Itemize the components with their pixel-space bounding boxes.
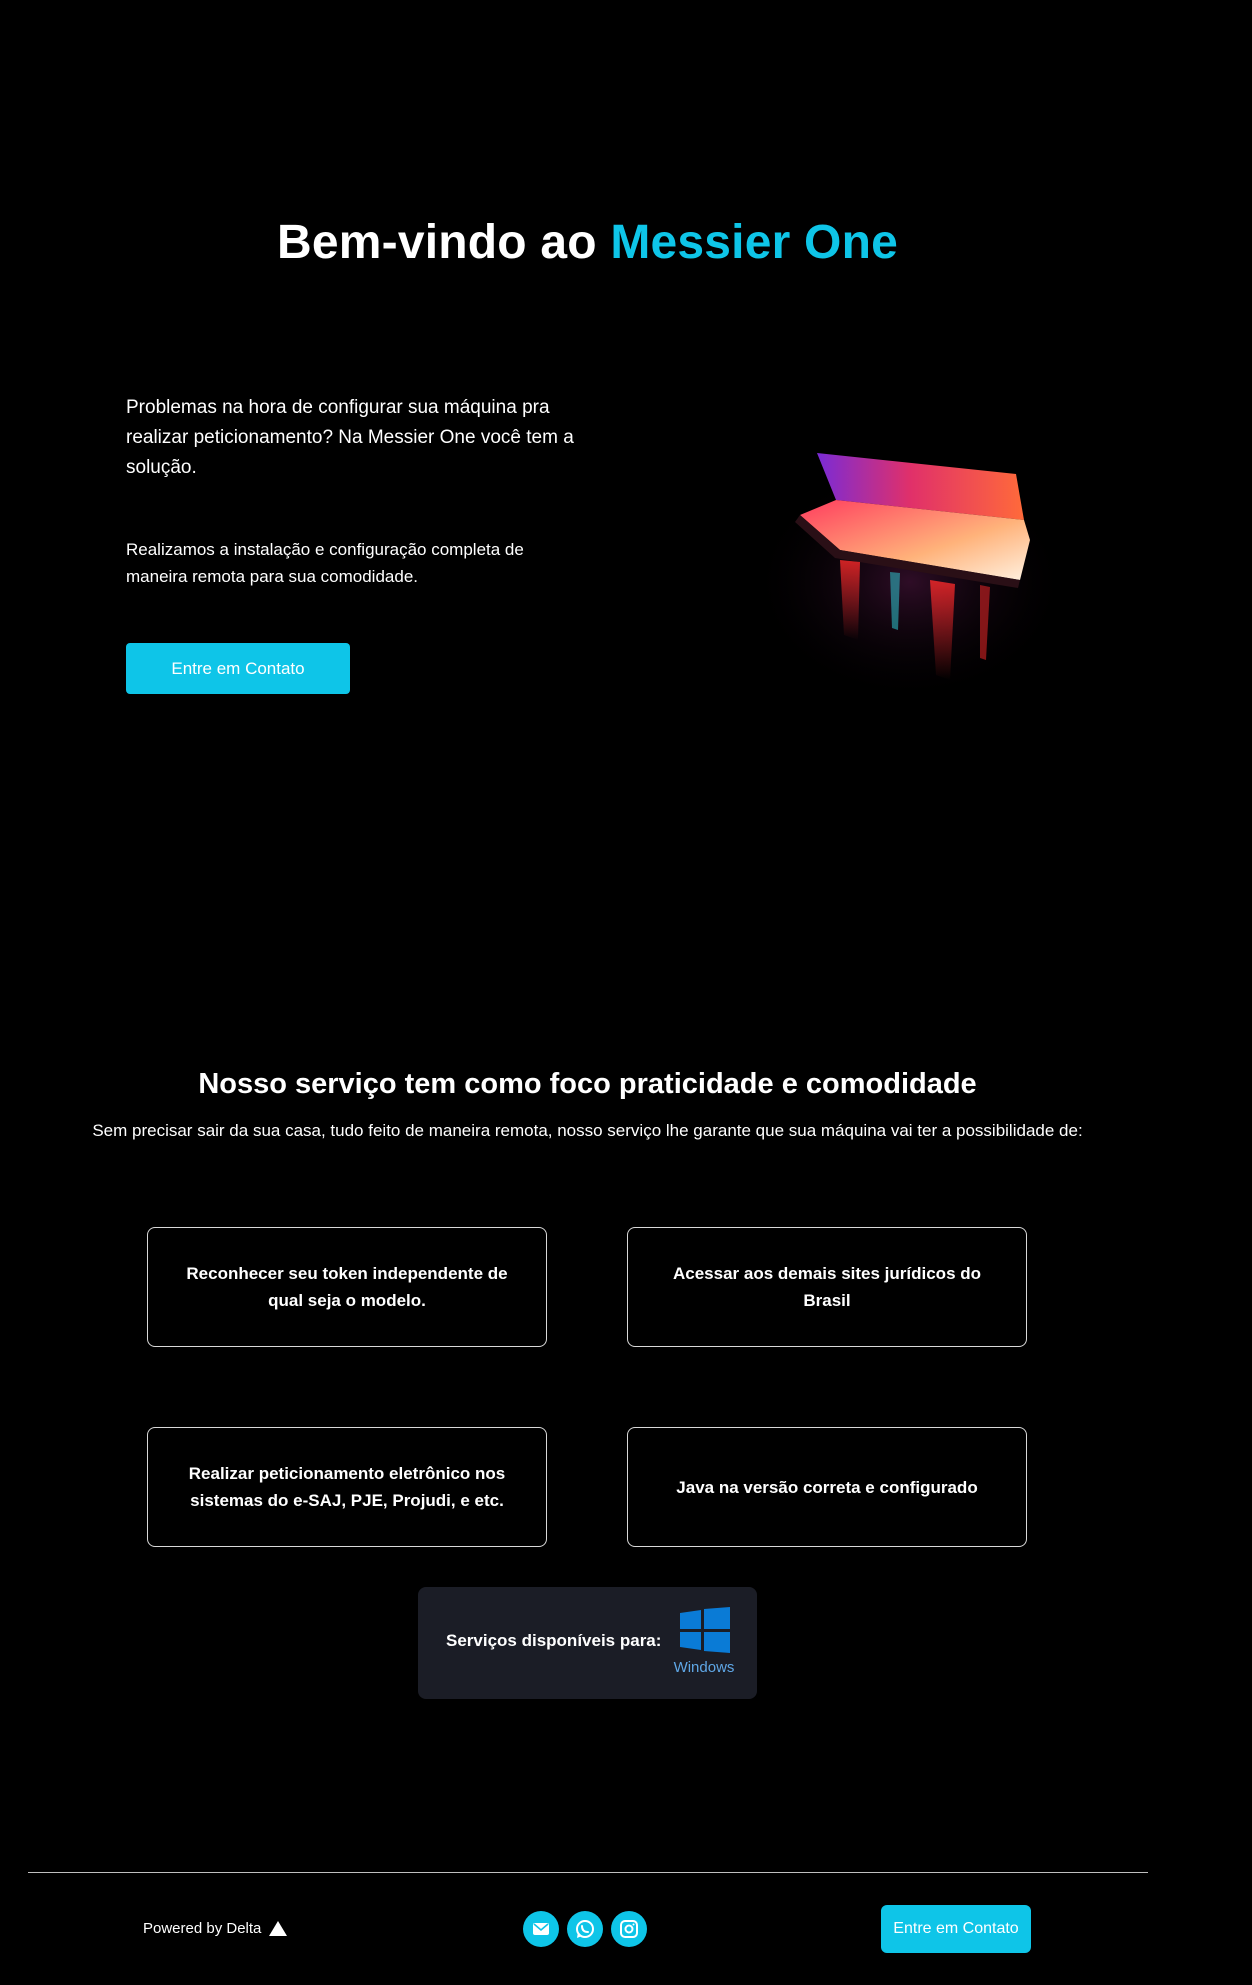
hero-title: Bem-vindo ao Messier One <box>0 215 1175 270</box>
powered-by: Powered by Delta <box>143 1920 288 1937</box>
service-card-sites: Acessar aos demais sites jurídicos do Br… <box>627 1227 1027 1347</box>
hero-title-prefix: Bem-vindo ao <box>277 216 611 269</box>
services-title: Nosso serviço tem como foco praticidade … <box>198 1068 977 1100</box>
service-card-token: Reconhecer seu token independente de qua… <box>147 1227 547 1347</box>
hero-text: Problemas na hora de configurar sua máqu… <box>126 397 574 478</box>
platform-label: Serviços disponíveis para: <box>446 1631 662 1650</box>
hero-contact-button[interactable]: Entre em Contato <box>126 643 350 694</box>
whatsapp-icon[interactable] <box>567 1911 603 1947</box>
hero-title-brand: Messier One <box>610 216 898 269</box>
powered-by-text: Powered by Delta <box>143 1920 262 1937</box>
laptop-image <box>750 450 1070 690</box>
page: Bem-vindo ao Messier One Problemas na ho… <box>0 0 1252 1985</box>
services-description: Sem precisar sair da sua casa, tudo feit… <box>92 1121 1083 1140</box>
email-icon[interactable] <box>523 1911 559 1947</box>
windows-label: Windows <box>673 1659 735 1676</box>
delta-logo-icon <box>269 1921 288 1936</box>
footer-contact-button[interactable]: Entre em Contato <box>881 1905 1031 1953</box>
instagram-icon[interactable] <box>611 1911 647 1947</box>
service-card-peticionamento: Realizar peticionamento eletrônico nos s… <box>147 1427 547 1547</box>
hero-subtext: Realizamos a instalação e configuração c… <box>126 540 524 586</box>
windows-icon <box>680 1607 730 1653</box>
platform-box: Serviços disponíveis para: Windows <box>418 1587 757 1699</box>
footer-divider <box>28 1872 1148 1873</box>
service-card-java: Java na versão correta e configurado <box>627 1427 1027 1547</box>
